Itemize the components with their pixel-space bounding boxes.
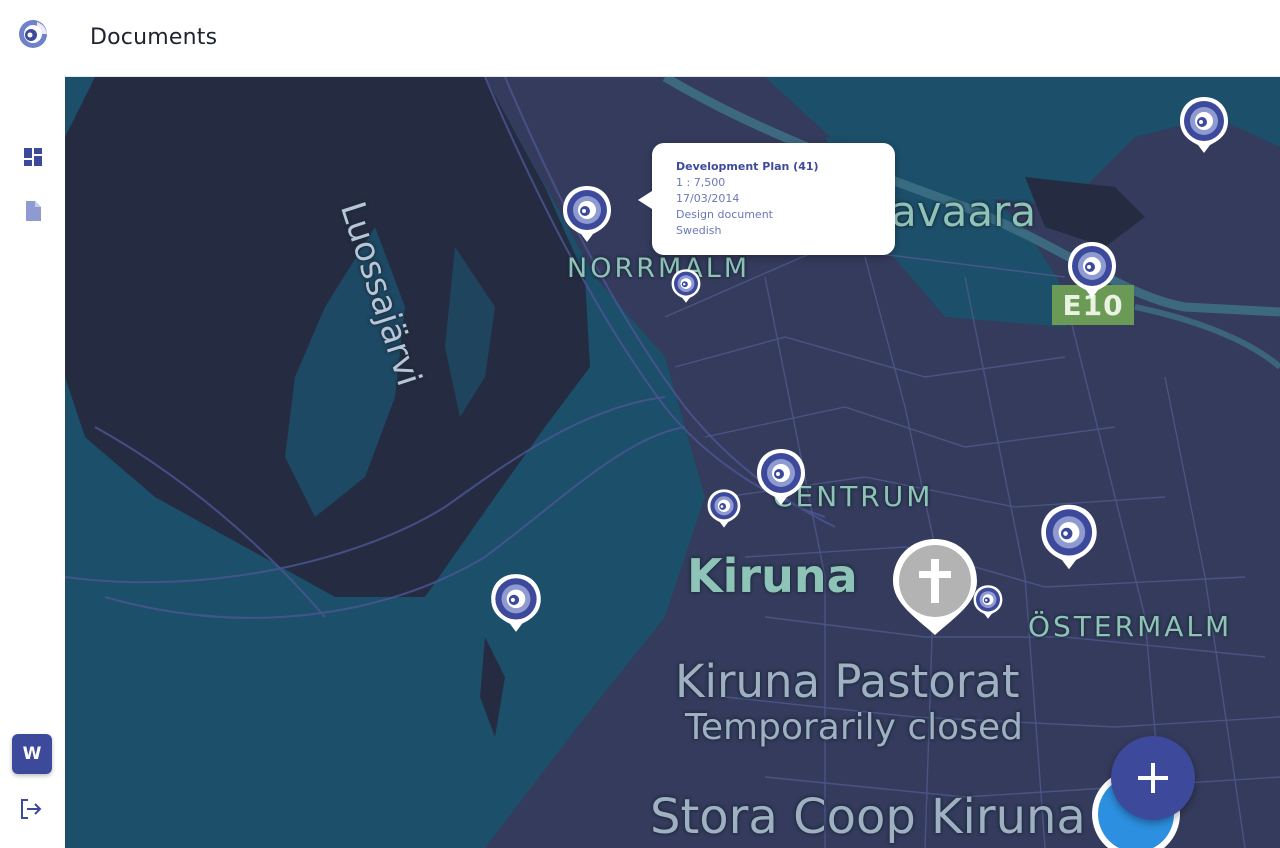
dashboard-icon (24, 148, 42, 166)
logout-icon[interactable] (18, 796, 44, 822)
popup-date: 17/03/2014 (676, 192, 740, 205)
document-pin[interactable] (489, 572, 543, 634)
document-pin[interactable] (972, 584, 1004, 620)
map-label-ostermalm: ÖSTERMALM (1028, 610, 1233, 643)
popup-title[interactable]: Development Plan (41) (676, 159, 871, 175)
add-document-button[interactable] (1111, 736, 1195, 820)
page-title: Documents (90, 25, 218, 50)
document-pin[interactable] (561, 184, 613, 244)
map-view[interactable]: Luossajärvi NORRMALM avaara CENTRUM Kiru… (65, 77, 1280, 848)
map-label-closed: Temporarily closed (685, 707, 1023, 748)
top-header: Documents (65, 0, 1280, 77)
map-label-vavaara: avaara (891, 187, 1037, 236)
sidebar: W (0, 0, 65, 848)
document-pin[interactable] (755, 447, 807, 507)
app-logo-icon[interactable] (17, 18, 49, 50)
document-pin[interactable] (670, 268, 702, 304)
document-pin[interactable] (706, 488, 742, 529)
sidebar-item-dashboard[interactable] (21, 145, 45, 169)
popup-scale: 1 : 7,500 (676, 176, 726, 189)
map-label-norrmalm: NORRMALM (567, 253, 751, 284)
map-label-pastorat: Kiruna Pastorat (675, 655, 1020, 708)
map-label-coop: Stora Coop Kiruna (650, 789, 1086, 845)
document-icon (26, 201, 41, 221)
church-icon[interactable] (889, 537, 981, 637)
document-pin[interactable] (1066, 240, 1118, 300)
plus-icon (1138, 763, 1168, 793)
document-pin[interactable] (1178, 95, 1230, 155)
popup-language: Swedish (676, 224, 722, 237)
document-popup[interactable]: Development Plan (41) 1 : 7,500 17/03/20… (638, 143, 895, 255)
popup-type: Design document (676, 208, 773, 221)
map-label-kiruna: Kiruna (687, 549, 858, 603)
user-avatar[interactable]: W (12, 734, 52, 774)
document-pin[interactable] (1039, 502, 1099, 572)
sidebar-item-documents[interactable] (21, 199, 45, 223)
